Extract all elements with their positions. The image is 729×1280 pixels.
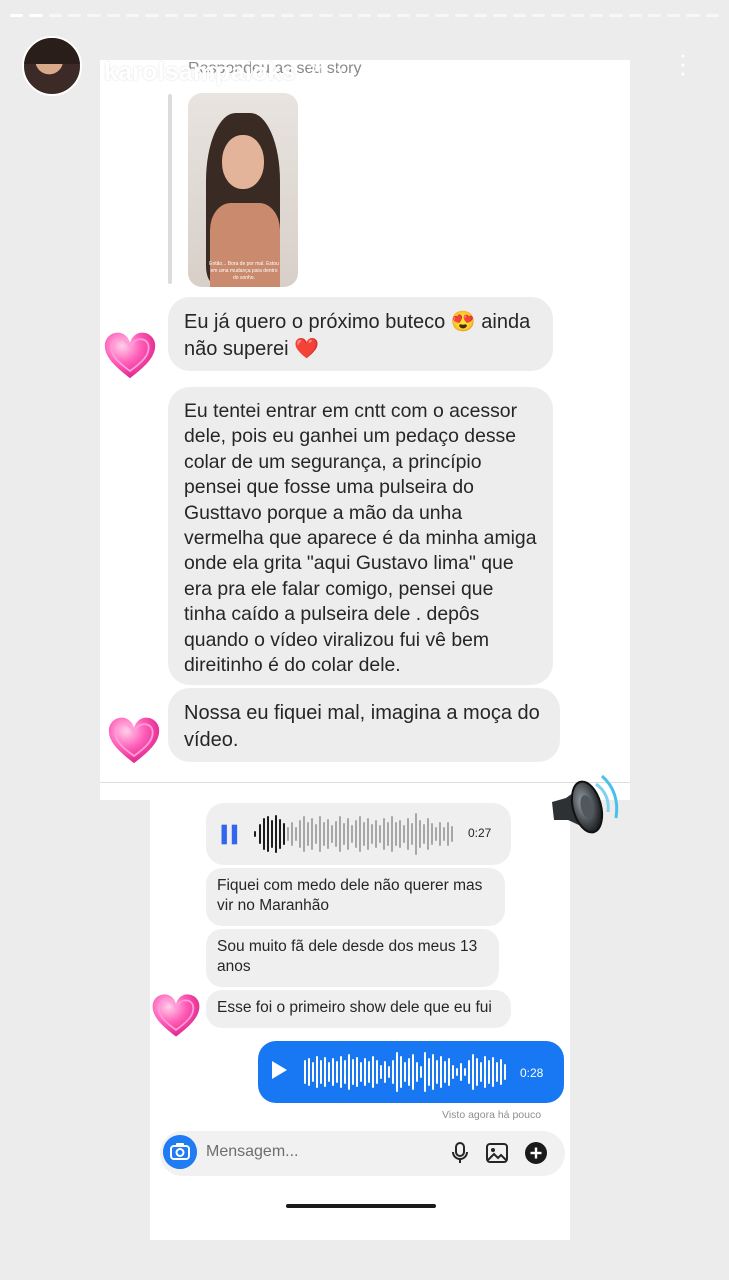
- story-timestamp: 20 h: [308, 62, 344, 82]
- story-progress-bar: [10, 14, 720, 17]
- pink-heart-sticker: [106, 715, 162, 766]
- progress-segment: [203, 14, 217, 17]
- pink-heart-sticker: [102, 330, 158, 381]
- progress-segment: [473, 14, 488, 17]
- progress-segment: [67, 14, 82, 17]
- progress-segment: [338, 14, 352, 17]
- progress-segment: [10, 14, 24, 17]
- progress-segment: [164, 14, 178, 17]
- seen-status: Visto agora há pouco: [442, 1109, 542, 1121]
- audio-waveform: [304, 1052, 506, 1092]
- message-bubble: Eu já quero o próximo buteco 😍 ainda não…: [168, 297, 553, 371]
- progress-segment: [280, 14, 294, 17]
- progress-segment: [493, 14, 507, 17]
- progress-segment: [609, 14, 623, 17]
- progress-segment: [357, 14, 372, 17]
- message-bubble: Nossa eu fiquei mal, imagina a moça do v…: [168, 688, 560, 762]
- progress-segment: [570, 14, 584, 17]
- progress-segment: [415, 14, 430, 17]
- voice-duration: 0:28: [520, 1066, 544, 1080]
- more-vertical-icon[interactable]: · · ·: [676, 41, 690, 85]
- audio-waveform: [254, 813, 453, 855]
- progress-segment: [435, 14, 449, 17]
- progress-segment: [241, 14, 256, 17]
- speaker-sticker: [552, 774, 619, 834]
- progress-segment: [319, 14, 333, 17]
- play-icon[interactable]: [272, 1061, 287, 1079]
- progress-segment: [628, 14, 642, 17]
- camera-icon[interactable]: [163, 1135, 197, 1169]
- story-thumbnail[interactable]: Então... Bora de por mal. Estou em uma m…: [188, 93, 298, 287]
- progress-segment: [647, 14, 662, 17]
- progress-segment: [512, 14, 526, 17]
- progress-segment: [454, 14, 468, 17]
- progress-segment: [261, 14, 275, 17]
- progress-segment: [667, 14, 681, 17]
- microphone-icon[interactable]: [448, 1141, 472, 1165]
- progress-segment: [531, 14, 546, 17]
- image-icon[interactable]: [485, 1141, 509, 1165]
- message-bubble: Eu tentei entrar em cntt com o acessor d…: [168, 387, 553, 685]
- story-username[interactable]: karolsampaioks: [104, 58, 296, 87]
- progress-segment: [183, 14, 198, 17]
- pink-heart-sticker: [150, 992, 202, 1039]
- plus-circle-icon[interactable]: [524, 1141, 548, 1165]
- progress-segment: [145, 14, 159, 17]
- progress-segment: [705, 14, 720, 17]
- message-bubble: Sou muito fã dele desde dos meus 13 anos: [206, 929, 499, 987]
- progress-segment: [686, 14, 700, 17]
- progress-segment: [125, 14, 140, 17]
- message-bubble: Esse foi o primeiro show dele que eu fui: [206, 990, 511, 1028]
- progress-segment: [29, 14, 43, 17]
- progress-segment: [396, 14, 410, 17]
- home-indicator: [286, 1204, 436, 1208]
- progress-segment: [48, 14, 62, 17]
- reply-indicator-bar: [168, 94, 172, 284]
- message-input[interactable]: Mensagem...: [206, 1143, 298, 1161]
- progress-segment: [87, 14, 101, 17]
- story-caption: Então... Bora de por mal. Estou em uma m…: [209, 261, 279, 281]
- progress-segment: [222, 14, 236, 17]
- progress-segment: [299, 14, 314, 17]
- progress-segment: [589, 14, 604, 17]
- voice-duration: 0:27: [468, 826, 492, 840]
- message-bubble: Fiquei com medo dele não querer mas vir …: [206, 868, 505, 926]
- progress-segment: [106, 14, 120, 17]
- avatar[interactable]: [22, 36, 82, 96]
- pause-icon[interactable]: ▍▍: [222, 825, 245, 845]
- progress-segment: [377, 14, 391, 17]
- progress-segment: [551, 14, 565, 17]
